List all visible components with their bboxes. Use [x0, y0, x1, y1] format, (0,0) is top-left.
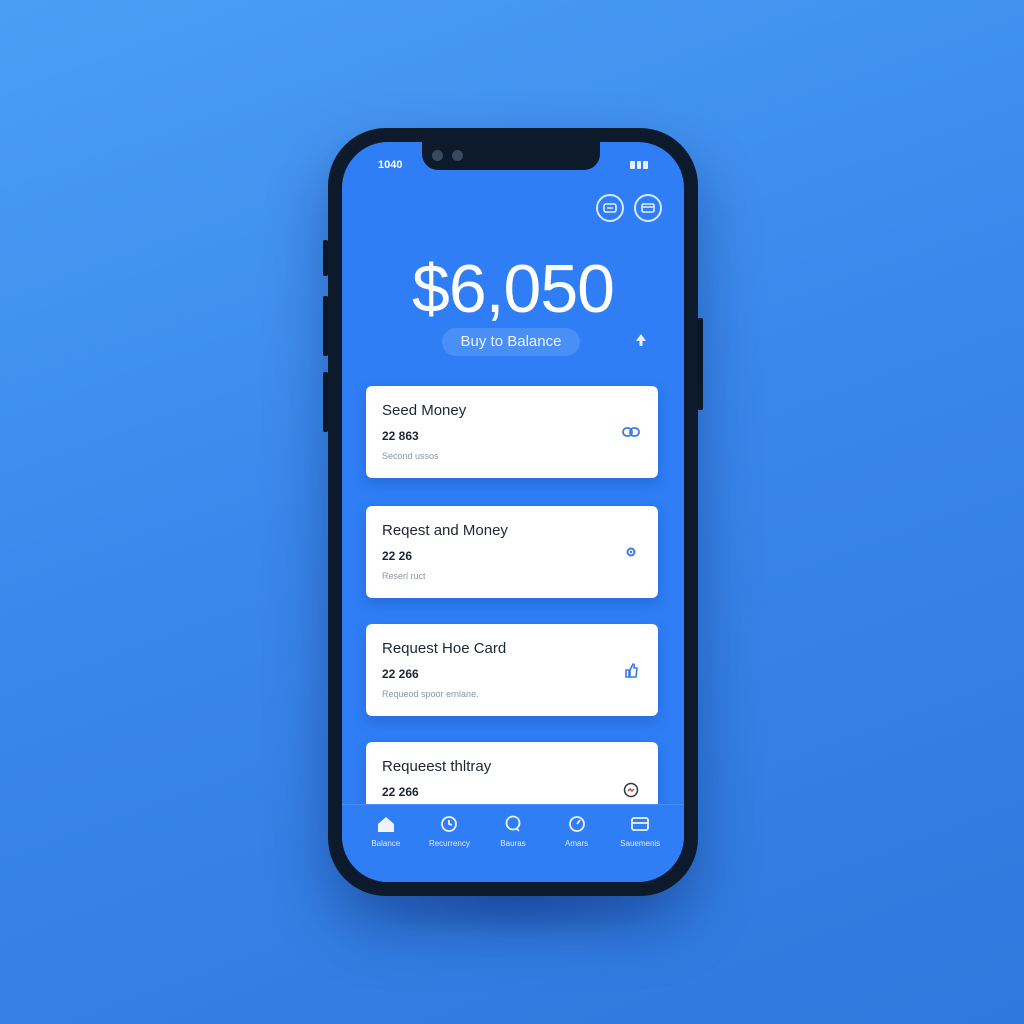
tab-label: Sauemenis	[620, 839, 661, 848]
power-button	[698, 318, 703, 410]
transaction-card-request-card[interactable]: Request Hoe Card 22 266 Requeod spoor er…	[366, 624, 658, 716]
card-title: Reqest and Money	[382, 522, 508, 539]
card-button[interactable]	[634, 194, 662, 222]
card-amount: 22 266	[382, 667, 419, 681]
gauge-icon	[568, 816, 585, 832]
notch	[422, 142, 600, 170]
card-note: Requeod spoor ernlane.	[382, 689, 479, 699]
tab-label: Bauras	[500, 839, 526, 848]
balance-amount: $6,050	[412, 251, 615, 327]
wallet-icon	[603, 203, 617, 213]
card-icon	[641, 203, 655, 213]
card-amount: 22 863	[382, 429, 419, 443]
mute-switch	[323, 240, 328, 276]
card-amount: 22 26	[382, 549, 413, 563]
phone-screen: 1040 $6,050 Buy to Balance Seed Money 22…	[342, 142, 684, 882]
link-icon[interactable]	[622, 424, 640, 440]
tab-label: Balance	[371, 839, 401, 848]
tab-label: Recurrency	[428, 839, 470, 848]
tab-bauras[interactable]: Bauras	[486, 805, 540, 882]
clock-icon	[441, 816, 458, 832]
arrow-up-icon[interactable]	[634, 333, 648, 352]
tab-recurrency[interactable]: Recurrency	[422, 805, 476, 882]
wallet-button[interactable]	[596, 194, 624, 222]
clock-icon[interactable]	[622, 782, 640, 798]
buy-to-balance-button[interactable]: Buy to Balance	[442, 328, 580, 356]
card-icon	[631, 817, 650, 831]
card-title: Seed Money	[382, 402, 467, 419]
card-note: Second ussos	[382, 451, 439, 461]
card-title: Requeest thltray	[382, 758, 492, 775]
chat-icon	[505, 815, 521, 832]
transaction-card-request-money[interactable]: Reqest and Money 22 26 Reserl ruct	[366, 506, 658, 598]
gear-icon[interactable]	[622, 544, 640, 560]
camera-icon	[432, 150, 443, 161]
tab-amars[interactable]: Amars	[550, 805, 604, 882]
card-amount: 22 266	[382, 785, 419, 799]
volume-up-button	[323, 296, 328, 356]
phone-frame: 1040 $6,050 Buy to Balance Seed Money 22…	[323, 128, 703, 896]
bottom-tab-bar: Balance Recurrency Bauras Amars Sauemeni…	[342, 804, 684, 882]
tab-label: Amars	[565, 839, 589, 848]
tab-sauemenis[interactable]: Sauemenis	[613, 805, 667, 882]
card-title: Request Hoe Card	[382, 640, 507, 657]
home-icon	[377, 817, 394, 832]
battery-icon	[630, 161, 649, 169]
volume-down-button	[323, 372, 328, 432]
transaction-card-send-money[interactable]: Seed Money 22 863 Second ussos	[366, 386, 658, 478]
card-note: Reserl ruct	[382, 571, 426, 581]
thumbs-up-icon[interactable]	[622, 662, 640, 678]
sensor-icon	[452, 150, 463, 161]
status-time: 1040	[378, 159, 403, 171]
tab-balance[interactable]: Balance	[359, 805, 413, 882]
